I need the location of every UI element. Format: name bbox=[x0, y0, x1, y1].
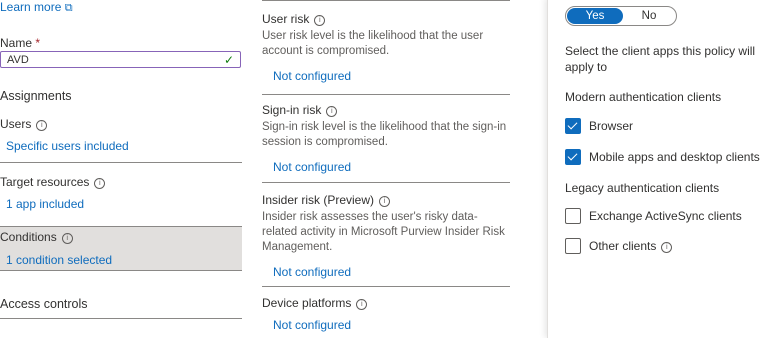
device-platforms-link[interactable]: Not configured bbox=[273, 318, 351, 332]
required-asterisk: * bbox=[35, 36, 41, 50]
exchange-activesync-checkbox[interactable] bbox=[565, 208, 581, 224]
learn-more-label: Learn more bbox=[0, 0, 62, 14]
conditions-label: Conditions i bbox=[0, 230, 73, 244]
browser-checkbox[interactable] bbox=[565, 118, 581, 134]
learn-more-link[interactable]: Learn more ⧉ bbox=[0, 0, 73, 15]
other-clients-checkbox[interactable] bbox=[565, 238, 581, 254]
legacy-auth-heading: Legacy authentication clients bbox=[565, 181, 720, 195]
modern-auth-heading: Modern authentication clients bbox=[565, 90, 722, 104]
mobile-desktop-label: Mobile apps and desktop clients bbox=[589, 150, 760, 164]
user-risk-link[interactable]: Not configured bbox=[273, 69, 351, 83]
info-icon[interactable]: i bbox=[61, 233, 73, 244]
info-icon[interactable]: i bbox=[36, 120, 48, 131]
device-platforms-title: Device platforms i bbox=[262, 296, 368, 310]
divider bbox=[0, 162, 242, 163]
access-controls-heading: Access controls bbox=[0, 297, 88, 311]
insider-risk-title: Insider risk (Preview) i bbox=[262, 193, 391, 207]
divider bbox=[262, 182, 510, 183]
conditions-row[interactable]: Conditions i 1 condition selected bbox=[0, 226, 242, 270]
client-apps-panel: Yes No Select the client apps this polic… bbox=[547, 0, 768, 338]
target-resources-label: Target resources i bbox=[0, 175, 106, 189]
divider bbox=[0, 318, 242, 319]
insider-risk-link[interactable]: Not configured bbox=[273, 265, 351, 279]
insider-risk-description: Insider risk assesses the user's risky d… bbox=[262, 211, 505, 253]
exchange-activesync-label: Exchange ActiveSync clients bbox=[589, 209, 742, 223]
name-field[interactable]: AVD ✓ bbox=[0, 51, 241, 68]
toggle-no[interactable]: No bbox=[624, 8, 674, 24]
target-resources-link[interactable]: 1 app included bbox=[6, 197, 84, 211]
users-value-link[interactable]: Specific users included bbox=[6, 139, 129, 153]
check-icon: ✓ bbox=[223, 53, 234, 67]
info-icon[interactable]: i bbox=[314, 15, 326, 26]
browser-label: Browser bbox=[589, 119, 634, 133]
info-icon[interactable]: i bbox=[94, 178, 106, 189]
info-icon[interactable]: i bbox=[379, 196, 391, 207]
info-icon[interactable]: i bbox=[661, 242, 673, 253]
other-clients-label: Other clients i bbox=[589, 239, 673, 253]
divider bbox=[262, 286, 510, 287]
user-risk-title: User risk i bbox=[262, 12, 326, 26]
users-label: Users i bbox=[0, 117, 48, 131]
name-label: Name * bbox=[0, 36, 41, 50]
mobile-desktop-checkbox[interactable] bbox=[565, 149, 581, 165]
divider bbox=[0, 270, 242, 271]
divider bbox=[262, 94, 510, 95]
info-icon[interactable]: i bbox=[326, 106, 338, 117]
toggle-yes[interactable]: Yes bbox=[567, 8, 623, 24]
signin-risk-title: Sign-in risk i bbox=[262, 103, 338, 117]
signin-risk-description: Sign-in risk level is the likelihood tha… bbox=[262, 121, 507, 148]
conditions-value-link[interactable]: 1 condition selected bbox=[6, 253, 112, 267]
signin-risk-link[interactable]: Not configured bbox=[273, 160, 351, 174]
divider bbox=[262, 0, 510, 1]
external-link-icon: ⧉ bbox=[64, 2, 73, 14]
select-client-apps-prompt: Select the client apps this policy will … bbox=[565, 44, 756, 74]
assignments-heading: Assignments bbox=[0, 89, 72, 103]
name-value: AVD bbox=[7, 54, 29, 66]
info-icon[interactable]: i bbox=[356, 299, 368, 310]
user-risk-description: User risk level is the likelihood that t… bbox=[262, 30, 484, 57]
configure-toggle[interactable]: Yes No bbox=[565, 6, 677, 26]
